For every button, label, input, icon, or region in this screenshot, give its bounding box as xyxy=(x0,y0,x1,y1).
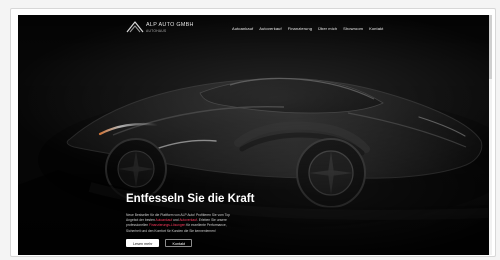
hero-link-autoverkauf[interactable]: Autoverkauf xyxy=(179,218,197,222)
hero-headline: Entfesseln Sie die Kraft xyxy=(126,193,255,205)
read-more-button[interactable]: Lesen mehr xyxy=(126,239,160,247)
contact-button[interactable]: Kontakt xyxy=(165,239,192,247)
hero-paragraph-line-2-suffix: . Erleben Sie unsere xyxy=(196,218,227,223)
nav-item-autoverkauf[interactable]: Autoverkauf xyxy=(259,26,281,31)
brand-tagline: AUTOHAUS xyxy=(146,29,167,33)
nav-item-kontakt[interactable]: Kontakt xyxy=(369,26,383,31)
nav-item-ueber-mich[interactable]: Über mich xyxy=(318,26,337,31)
brand-name: ALP AUTO GMBH xyxy=(146,22,194,28)
hero-section: ALP AUTO GMBH AUTOHAUS Autoankauf Autove… xyxy=(18,15,489,255)
nav-item-finanzierung[interactable]: Finanzierung xyxy=(288,26,312,31)
hero-paragraph-line-3-suffix: für exzellente Performance, xyxy=(185,223,227,228)
hero-buttons: Lesen mehr Kontakt xyxy=(126,239,192,247)
hero-paragraph-line-4: Sicherheit und den Komfort für Kunden di… xyxy=(126,228,216,233)
brand-logo[interactable]: ALP AUTO GMBH AUTOHAUS xyxy=(126,18,202,38)
page-background: ALP AUTO GMBH AUTOHAUS Autoankauf Autove… xyxy=(0,0,500,260)
hero-link-autoankauf[interactable]: Autoankauf xyxy=(156,218,173,222)
logo-mark-icon xyxy=(126,21,144,33)
hero-paragraph: Neue Bestseller für die Plattform von AL… xyxy=(126,213,296,234)
hero-paragraph-line-3-prefix: professionellen xyxy=(126,223,150,228)
top-navigation: Autoankauf Autoverkauf Finanzierung Über… xyxy=(232,26,383,31)
nav-item-showroom[interactable]: Showroom xyxy=(343,26,363,31)
hero-link-finanzierung[interactable]: Finanzierungs-Lösungen xyxy=(149,223,185,227)
page-scrollbar[interactable] xyxy=(489,15,492,255)
hero-paragraph-line-2-prefix: Angebot der besten xyxy=(126,218,156,223)
nav-item-autoankauf[interactable]: Autoankauf xyxy=(232,26,253,31)
scrollbar-thumb[interactable] xyxy=(489,15,492,79)
